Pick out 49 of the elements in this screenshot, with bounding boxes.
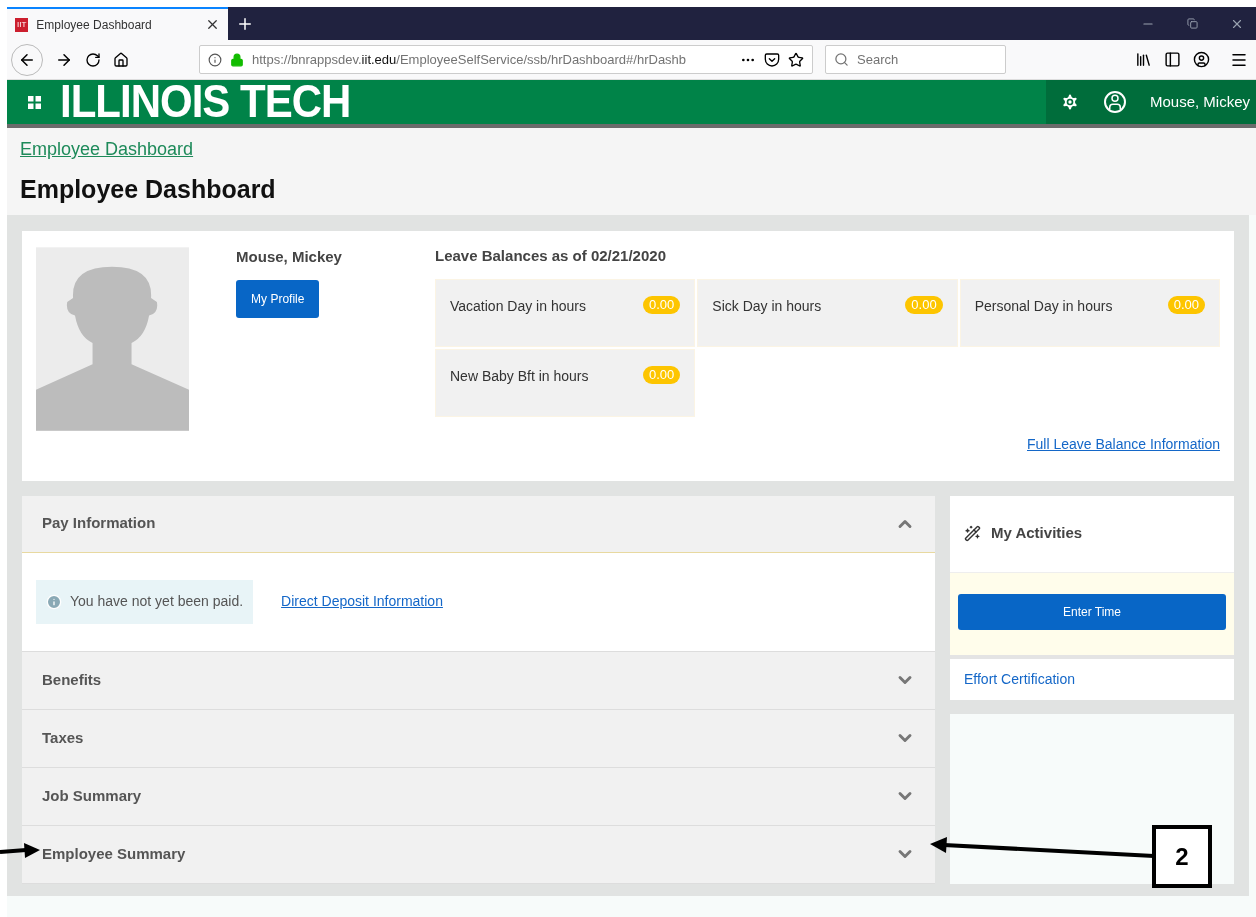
accordion-header[interactable]: Pay Information (22, 495, 935, 553)
full-leave-link[interactable]: Full Leave Balance Information (1027, 434, 1220, 455)
info-icon (208, 52, 222, 67)
annotation-label: 2 (1152, 825, 1212, 888)
annotation-arrow (0, 842, 40, 860)
leave-label: Personal Day in hours (974, 297, 1113, 316)
grid-menu-icon[interactable] (28, 95, 41, 109)
activities-title: My Activities (991, 523, 1083, 544)
search-icon (834, 52, 849, 67)
leave-label: New Baby Bft in hours (450, 367, 589, 386)
leave-label: Vacation Day in hours (450, 297, 586, 316)
balance-badge: 0.00 (1167, 296, 1205, 314)
accordion-header[interactable]: Benefits (22, 651, 935, 709)
bookmark-star-icon[interactable] (788, 51, 804, 68)
page-title: Employee Dashboard (20, 174, 277, 205)
breadcrumb-link[interactable]: Employee Dashboard (20, 136, 1256, 163)
accordion-header[interactable]: Taxes (22, 709, 935, 767)
my-profile-button[interactable]: My Profile (236, 280, 320, 318)
logo[interactable]: ILLINOIS TECH (60, 78, 351, 126)
pocket-icon[interactable] (764, 51, 780, 68)
favicon: IIT (15, 17, 29, 32)
url-text: https://bnrappsdev.iit.edu/EmployeeSelfService/ssb/hrDashboard#/hrDashb (252, 50, 688, 69)
balance-badge: 0.00 (643, 366, 681, 384)
user-avatar-icon[interactable] (1103, 91, 1126, 113)
leave-balances-title: Leave Balances as of 02/21/2020 (435, 245, 667, 266)
accordion-header[interactable]: Employee Summary (22, 825, 935, 883)
magic-wand-icon (964, 525, 981, 542)
tab-title: Employee Dashboard (36, 16, 153, 34)
leave-label: Sick Day in hours (712, 297, 822, 316)
info-icon (46, 593, 62, 610)
restore-icon[interactable] (1187, 18, 1198, 29)
browser-tab[interactable]: IIT Employee Dashboard (7, 7, 228, 40)
home-icon[interactable] (113, 51, 129, 68)
reload-icon[interactable] (85, 51, 101, 68)
account-icon[interactable] (1193, 51, 1210, 68)
notice-text: You have not yet been paid. (70, 592, 244, 611)
profile-name: Mouse, Mickey (236, 246, 343, 267)
direct-deposit-link[interactable]: Direct Deposit Information (281, 591, 443, 612)
lock-icon (230, 52, 244, 67)
url-field[interactable]: https://bnrappsdev.iit.edu/EmployeeSelfService/ssb/hrDashboard#/hrDashb (199, 45, 813, 74)
accordion-header[interactable]: Job Summary (22, 767, 935, 825)
effort-certification-link[interactable]: Effort Certification (950, 658, 1234, 700)
library-icon[interactable] (1135, 51, 1152, 68)
search-field[interactable]: Search (825, 45, 1006, 74)
close-icon[interactable] (205, 17, 220, 32)
balance-badge: 0.00 (643, 296, 681, 314)
enter-time-button[interactable]: Enter Time (958, 593, 1226, 630)
balance-badge: 0.00 (905, 296, 943, 314)
sidebar-icon[interactable] (1164, 51, 1181, 68)
